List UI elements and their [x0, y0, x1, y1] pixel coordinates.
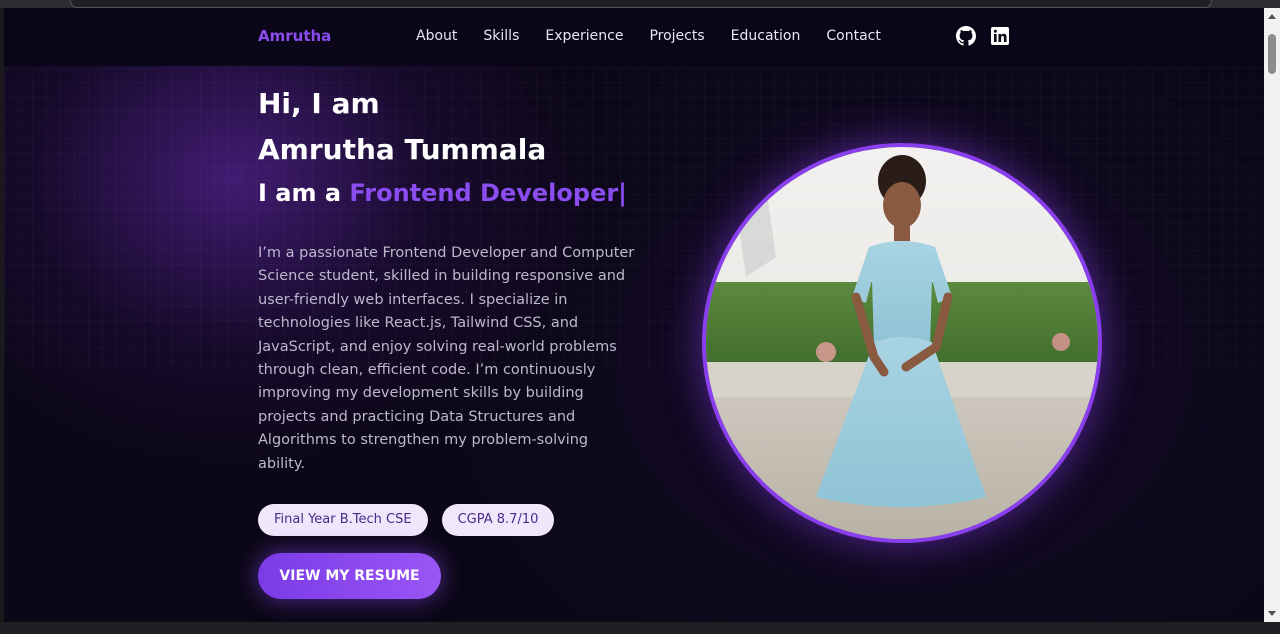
hero-name: Amrutha Tummala [258, 133, 547, 166]
badge-row: Final Year B.Tech CSE CGPA 8.7/10 [258, 504, 555, 536]
scroll-down-icon[interactable] [1268, 611, 1276, 616]
profile-photo [702, 143, 1102, 543]
nav-link-projects[interactable]: Projects [649, 28, 704, 44]
page-viewport: Amrutha About Skills Experience Projects… [4, 8, 1264, 622]
page-scrollbar[interactable] [1264, 8, 1280, 622]
navbar: Amrutha About Skills Experience Projects… [4, 8, 1264, 66]
brand-logo[interactable]: Amrutha [258, 27, 331, 45]
hero-bio: I’m a passionate Frontend Developer and … [258, 245, 635, 472]
browser-toolbar [0, 0, 1280, 8]
scroll-up-icon[interactable] [1268, 14, 1276, 19]
view-resume-button[interactable]: VIEW MY RESUME [258, 553, 441, 599]
nav-link-education[interactable]: Education [731, 28, 801, 44]
github-icon[interactable] [956, 26, 976, 46]
role-highlight: Frontend Developer| [349, 179, 627, 207]
nav-link-contact[interactable]: Contact [826, 28, 880, 44]
cgpa-badge: CGPA 8.7/10 [441, 504, 555, 536]
linkedin-icon[interactable] [990, 26, 1010, 46]
social-links [956, 26, 1010, 46]
role-prefix: I am a [258, 179, 350, 207]
os-taskbar [0, 622, 1280, 634]
profile-photo-image [706, 147, 1098, 539]
nav-links: About Skills Experience Projects Educati… [416, 28, 907, 44]
nav-link-about[interactable]: About [416, 28, 457, 44]
degree-badge: Final Year B.Tech CSE [258, 504, 428, 536]
hero-intro: Hi, I am Amrutha Tummala I am a Frontend… [258, 86, 658, 491]
nav-link-experience[interactable]: Experience [545, 28, 623, 44]
hero-role: I am a Frontend Developer| [258, 178, 658, 208]
address-bar[interactable] [70, 0, 1212, 8]
nav-link-skills[interactable]: Skills [483, 28, 519, 44]
scrollbar-thumb[interactable] [1268, 34, 1276, 74]
hero-greeting: Hi, I am [258, 87, 380, 120]
